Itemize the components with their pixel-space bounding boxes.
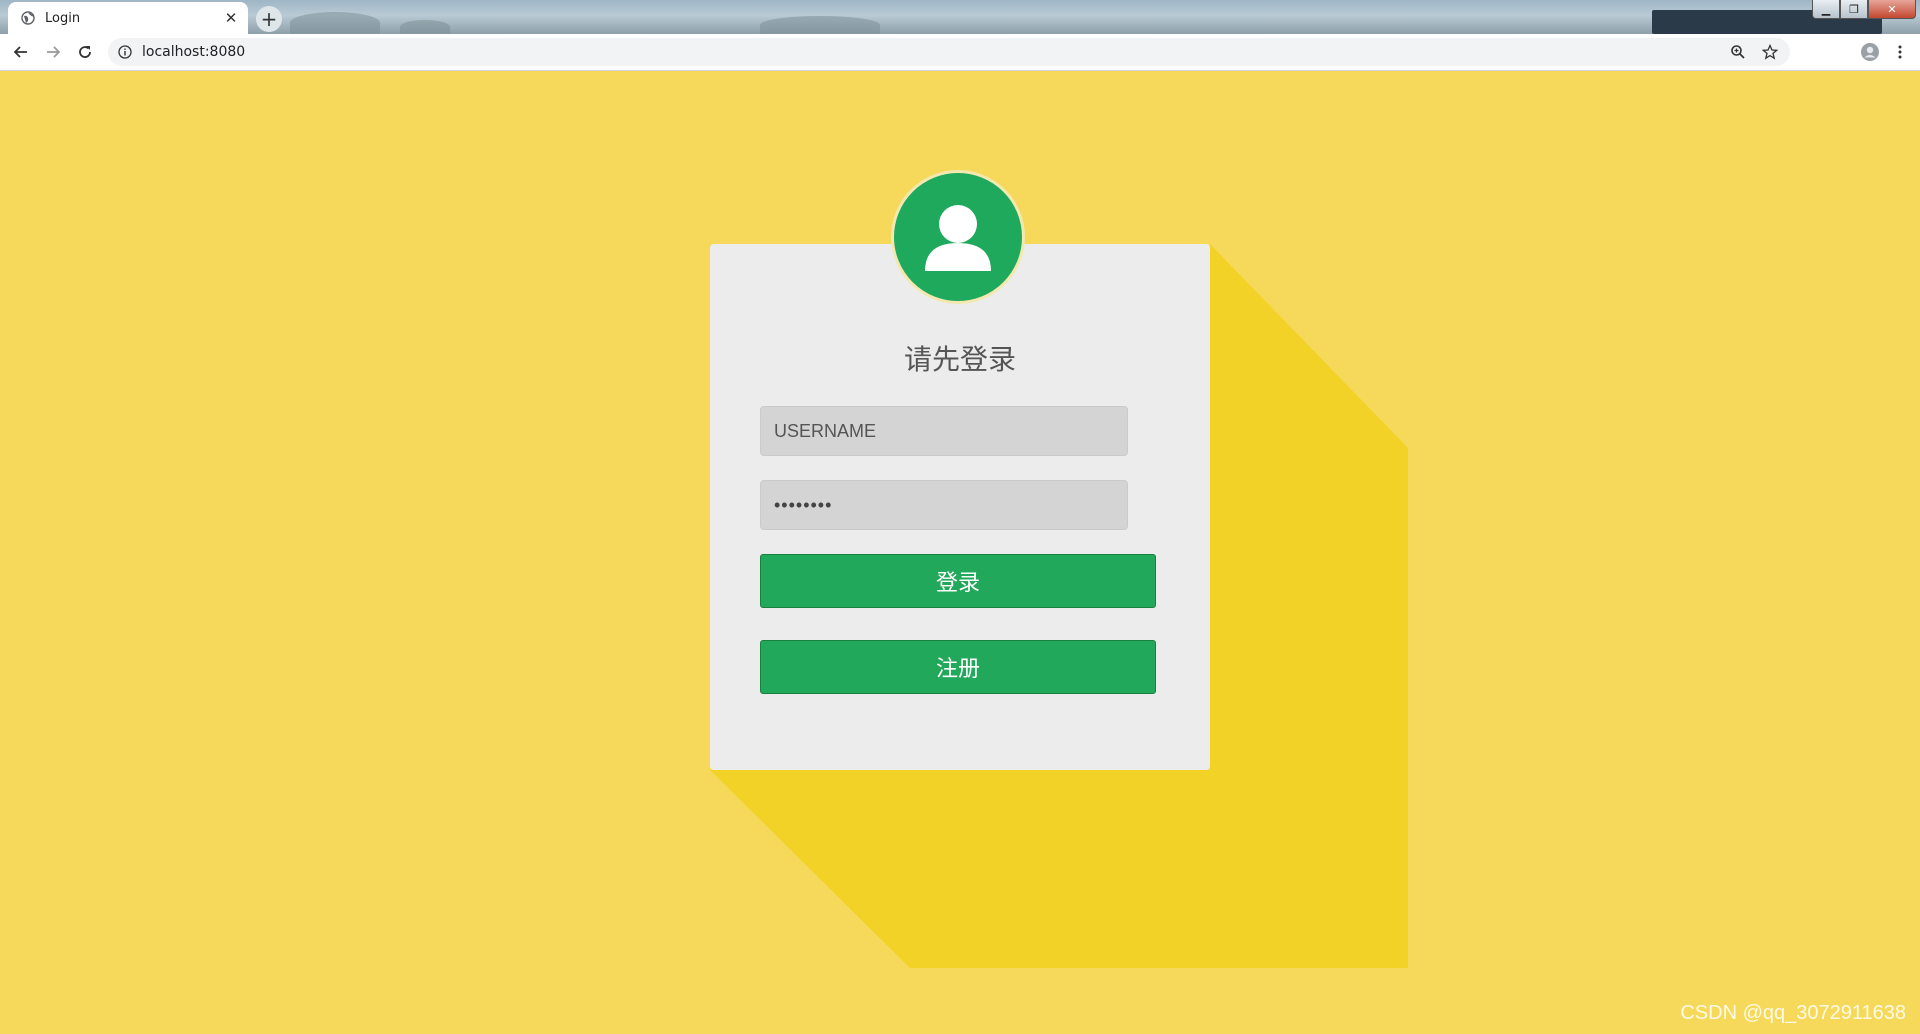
profile-avatar-icon[interactable] [1858, 40, 1882, 64]
background-decoration [400, 20, 450, 34]
background-decoration [290, 12, 380, 34]
bookmark-star-icon[interactable] [1758, 40, 1782, 64]
address-bar[interactable]: localhost:8080 [108, 38, 1790, 66]
arrow-left-icon [13, 46, 27, 58]
reload-icon [79, 46, 91, 58]
browser-window: Login ✕ + ▁ ❐ ✕ localhost:8080 请先登录 USER… [0, 0, 1920, 1034]
back-button[interactable] [9, 40, 33, 64]
tab-strip: Login ✕ + ▁ ❐ ✕ [0, 0, 1920, 34]
toolbar-actions [1852, 40, 1912, 64]
restore-button[interactable]: ❐ [1840, 0, 1868, 19]
user-avatar-icon [891, 170, 1025, 304]
menu-dots-icon[interactable] [1888, 40, 1912, 64]
globe-icon [21, 11, 35, 25]
tab-login[interactable]: Login ✕ [8, 2, 248, 34]
password-input[interactable] [760, 480, 1128, 530]
username-input[interactable] [760, 406, 1128, 456]
window-close-button[interactable]: ✕ [1868, 0, 1916, 19]
reload-button[interactable] [73, 40, 97, 64]
close-tab-icon[interactable]: ✕ [222, 9, 240, 27]
new-tab-button[interactable]: + [256, 6, 282, 32]
url-text[interactable]: localhost:8080 [142, 44, 1726, 60]
register-button[interactable]: 注册 [760, 640, 1156, 694]
minimize-button[interactable]: ▁ [1812, 0, 1840, 19]
tab-title: Login [45, 10, 81, 26]
arrow-right-icon [47, 46, 61, 58]
window-controls: ▁ ❐ ✕ [1812, 0, 1916, 19]
background-decoration [760, 16, 880, 34]
page-viewport: 请先登录 登录 注册 CSDN @qq_3072911638 [0, 71, 1920, 1034]
info-icon[interactable] [118, 45, 132, 59]
login-button[interactable]: 登录 [760, 554, 1156, 608]
forward-button[interactable] [41, 40, 65, 64]
browser-toolbar: localhost:8080 [0, 34, 1920, 71]
page-title: 请先登录 [903, 343, 1016, 376]
watermark: CSDN @qq_3072911638 [1680, 1002, 1906, 1024]
zoom-icon[interactable] [1726, 40, 1750, 64]
